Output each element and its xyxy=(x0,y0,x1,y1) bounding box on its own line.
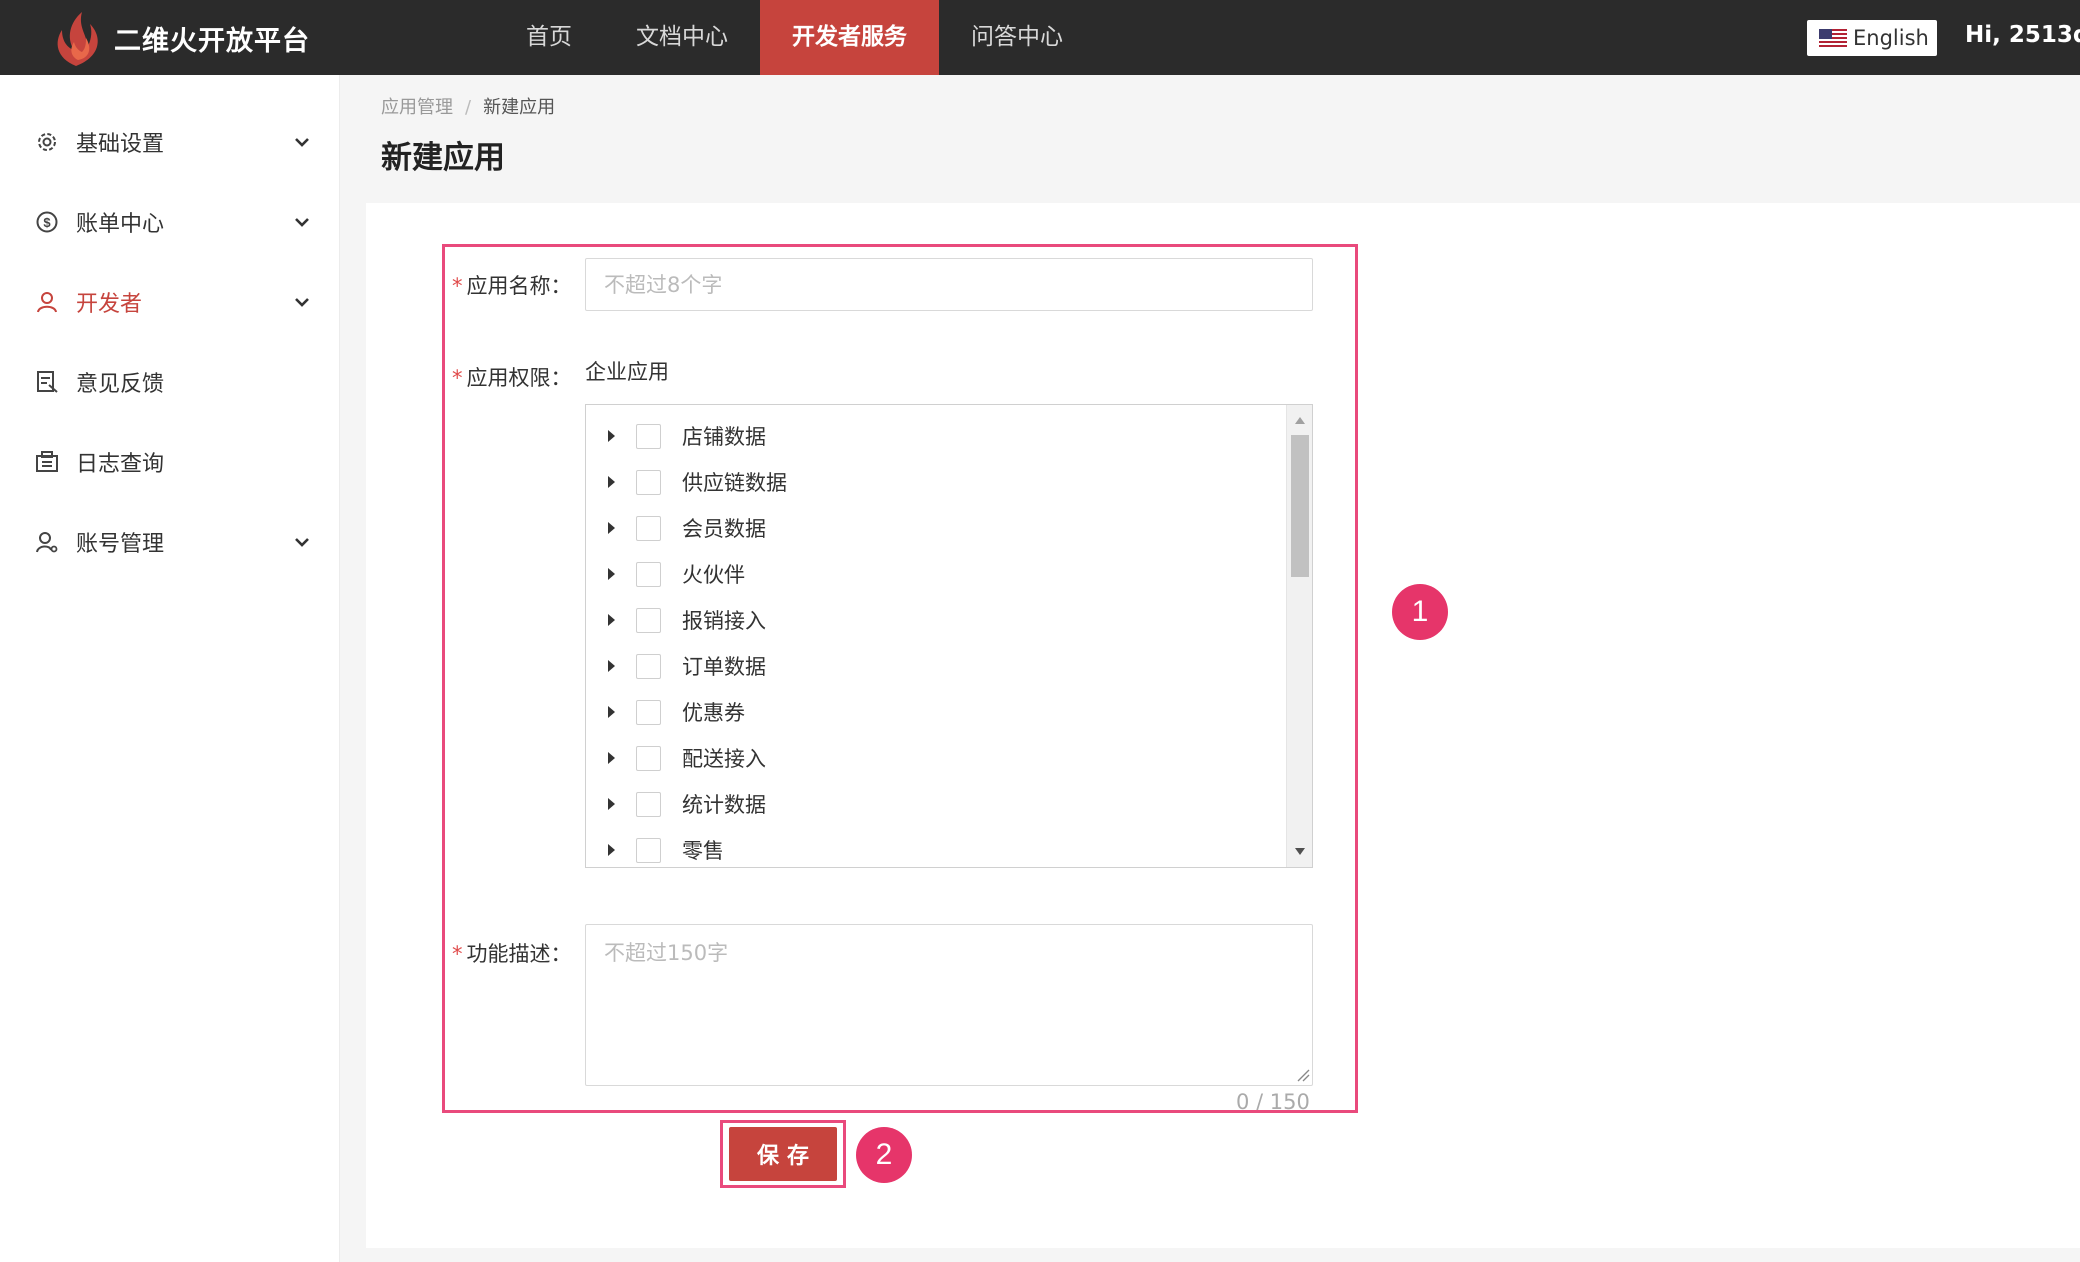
user-icon xyxy=(37,292,57,313)
nav-docs[interactable]: 文档中心 xyxy=(604,0,760,75)
breadcrumb-separator: / xyxy=(465,97,472,118)
nav-home[interactable]: 首页 xyxy=(494,0,604,75)
language-switch-button[interactable]: English xyxy=(1807,20,1937,56)
page-title: 新建应用 xyxy=(381,140,505,176)
user-greeting[interactable]: Hi, 2513d0 xyxy=(1965,22,2080,48)
nav-developer-services[interactable]: 开发者服务 xyxy=(760,0,939,75)
brand-name: 二维火开放平台 xyxy=(114,25,310,57)
breadcrumb-parent-link[interactable]: 应用管理 xyxy=(381,97,453,118)
flame-logo-icon xyxy=(57,12,98,66)
feedback-icon xyxy=(37,371,58,393)
sidebar-item-billing[interactable]: $ 账单中心 xyxy=(0,192,340,252)
sidebar-item-label: 日志查询 xyxy=(76,452,165,477)
chevron-down-icon xyxy=(295,218,309,227)
sidebar: 基础设置 $ 账单中心 开发者 意见反馈 日志查询 账号管理 xyxy=(0,75,340,1262)
sidebar-item-label: 意见反馈 xyxy=(76,372,165,397)
sidebar-item-label: 账单中心 xyxy=(76,212,165,237)
sidebar-item-developer[interactable]: 开发者 xyxy=(0,272,340,332)
annotation-marker-2: 2 xyxy=(856,1127,912,1183)
chevron-down-icon xyxy=(295,298,309,307)
sidebar-item-account[interactable]: 账号管理 xyxy=(0,512,340,572)
top-navbar: 二维火开放平台 首页 文档中心 开发者服务 问答中心 English Hi, 2… xyxy=(0,0,2080,75)
language-label: English xyxy=(1853,26,1929,50)
sidebar-item-label: 开发者 xyxy=(76,292,143,317)
brand-logo[interactable]: 二维火开放平台 xyxy=(48,8,310,68)
annotation-highlight-save xyxy=(720,1120,846,1188)
page-header: 应用管理 / 新建应用 新建应用 xyxy=(341,75,2080,203)
us-flag-icon xyxy=(1819,28,1847,48)
sidebar-item-label: 基础设置 xyxy=(76,132,165,157)
sidebar-item-basic-settings[interactable]: 基础设置 xyxy=(0,112,340,172)
sidebar-item-feedback[interactable]: 意见反馈 xyxy=(0,352,340,412)
chevron-down-icon xyxy=(295,538,309,547)
dollar-icon: $ xyxy=(36,211,58,233)
breadcrumb-current: 新建应用 xyxy=(483,97,556,118)
account-icon xyxy=(36,532,58,553)
main-nav: 首页 文档中心 开发者服务 问答中心 xyxy=(494,0,1095,75)
sidebar-item-logs[interactable]: 日志查询 xyxy=(0,432,340,492)
chevron-down-icon xyxy=(295,138,309,147)
annotation-highlight-form xyxy=(442,244,1358,1113)
gear-icon xyxy=(38,133,56,151)
nav-qa[interactable]: 问答中心 xyxy=(939,0,1095,75)
annotation-marker-1: 1 xyxy=(1392,584,1448,640)
sidebar-item-label: 账号管理 xyxy=(76,532,165,557)
log-icon xyxy=(36,451,58,472)
svg-text:$: $ xyxy=(43,215,51,230)
breadcrumb: 应用管理 / 新建应用 xyxy=(381,93,555,119)
